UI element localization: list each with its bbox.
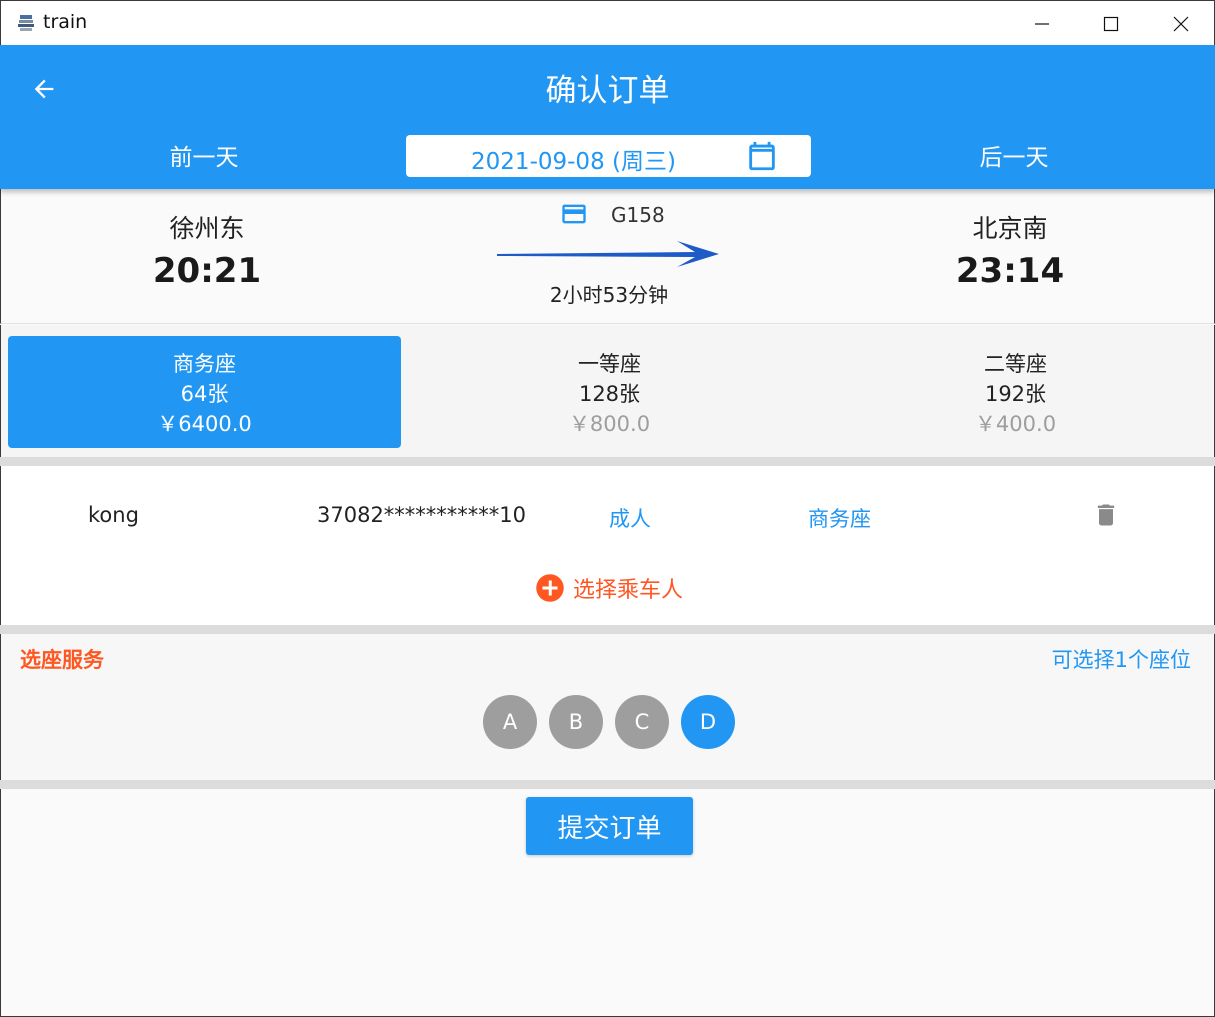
long-arrow-icon bbox=[497, 241, 719, 267]
seat-type-price: ￥6400.0 bbox=[157, 412, 252, 436]
maximize-button[interactable] bbox=[1076, 1, 1146, 46]
date-text: 2021-09-08 (周三) bbox=[471, 149, 676, 175]
section-divider bbox=[0, 457, 1215, 466]
seat-option-b[interactable]: B bbox=[549, 695, 603, 749]
seat-option-c[interactable]: C bbox=[615, 695, 669, 749]
maximize-icon bbox=[1103, 16, 1119, 31]
add-passenger-button[interactable]: 选择乘车人 bbox=[535, 572, 683, 604]
seat-type-price: ￥800.0 bbox=[568, 412, 651, 436]
minimize-icon bbox=[1035, 22, 1049, 25]
seat-option-a[interactable]: A bbox=[483, 695, 537, 749]
section-divider bbox=[0, 780, 1215, 789]
window-title: train bbox=[43, 11, 88, 33]
passenger-name: kong bbox=[88, 503, 139, 527]
page-title: 确认订单 bbox=[545, 73, 670, 109]
seat-type-first-class[interactable]: 一等座 128张 ￥800.0 bbox=[413, 336, 806, 448]
seat-option-d[interactable]: D bbox=[681, 695, 735, 749]
seat-type-name: 一等座 bbox=[578, 352, 641, 376]
window-titlebar: train bbox=[0, 0, 1215, 45]
seat-selection-hint: 可选择1个座位 bbox=[1051, 648, 1191, 672]
prev-day-button[interactable]: 前一天 bbox=[54, 138, 354, 172]
close-icon bbox=[1173, 16, 1189, 31]
submit-order-button[interactable]: 提交订单 bbox=[526, 797, 693, 855]
seat-type-count: 128张 bbox=[578, 382, 641, 406]
seat-type-business[interactable]: 商务座 64张 ￥6400.0 bbox=[8, 336, 401, 448]
arrival-station-name: 北京南 bbox=[972, 214, 1048, 243]
seat-type-list: 商务座 64张 ￥6400.0 一等座 128张 ￥800.0 二等座 192张… bbox=[0, 325, 1215, 457]
footer: 提交订单 bbox=[0, 789, 1215, 1017]
close-button[interactable] bbox=[1146, 1, 1215, 46]
passenger-section: kong 37082***********10 成人 商务座 选择乘车人 bbox=[0, 466, 1215, 625]
arrival-time: 23:14 bbox=[955, 251, 1065, 291]
departure-station-name: 徐州东 bbox=[169, 214, 245, 243]
date-picker[interactable]: 2021-09-08 (周三) bbox=[406, 135, 811, 177]
app-icon bbox=[18, 15, 34, 31]
trash-icon[interactable] bbox=[1092, 499, 1120, 531]
ticket-type-selector[interactable]: 成人 bbox=[609, 503, 651, 533]
departure-time: 20:21 bbox=[152, 251, 262, 291]
passenger-seat-type-selector[interactable]: 商务座 bbox=[808, 503, 871, 533]
add-circle-icon bbox=[536, 574, 564, 602]
trip-duration: 2小时53分钟 bbox=[549, 283, 669, 307]
seat-type-name: 二等座 bbox=[984, 352, 1047, 376]
seat-type-count: 192张 bbox=[984, 382, 1047, 406]
seat-type-second-class[interactable]: 二等座 192张 ￥400.0 bbox=[819, 336, 1212, 448]
credit-card-icon bbox=[562, 204, 586, 224]
calendar-icon[interactable] bbox=[745, 139, 779, 173]
seat-type-count: 64张 bbox=[180, 382, 229, 406]
add-passenger-label: 选择乘车人 bbox=[573, 578, 684, 603]
minimize-button[interactable] bbox=[1007, 1, 1077, 46]
seat-type-name: 商务座 bbox=[173, 352, 236, 376]
train-number: G158 bbox=[611, 203, 665, 227]
train-info: 徐州东 20:21 G158 2小时53分钟 北京南 23:14 bbox=[0, 189, 1215, 324]
next-day-button[interactable]: 后一天 bbox=[864, 138, 1164, 172]
section-divider bbox=[0, 625, 1215, 634]
passenger-id-number: 37082***********10 bbox=[317, 503, 527, 527]
seat-selection-section: 选座服务 可选择1个座位 A B C D bbox=[0, 634, 1215, 780]
app-bar: 确认订单 前一天 2021-09-08 (周三) 后一天 bbox=[0, 45, 1215, 189]
seat-type-price: ￥400.0 bbox=[974, 412, 1057, 436]
seat-selection-title: 选座服务 bbox=[20, 648, 104, 672]
